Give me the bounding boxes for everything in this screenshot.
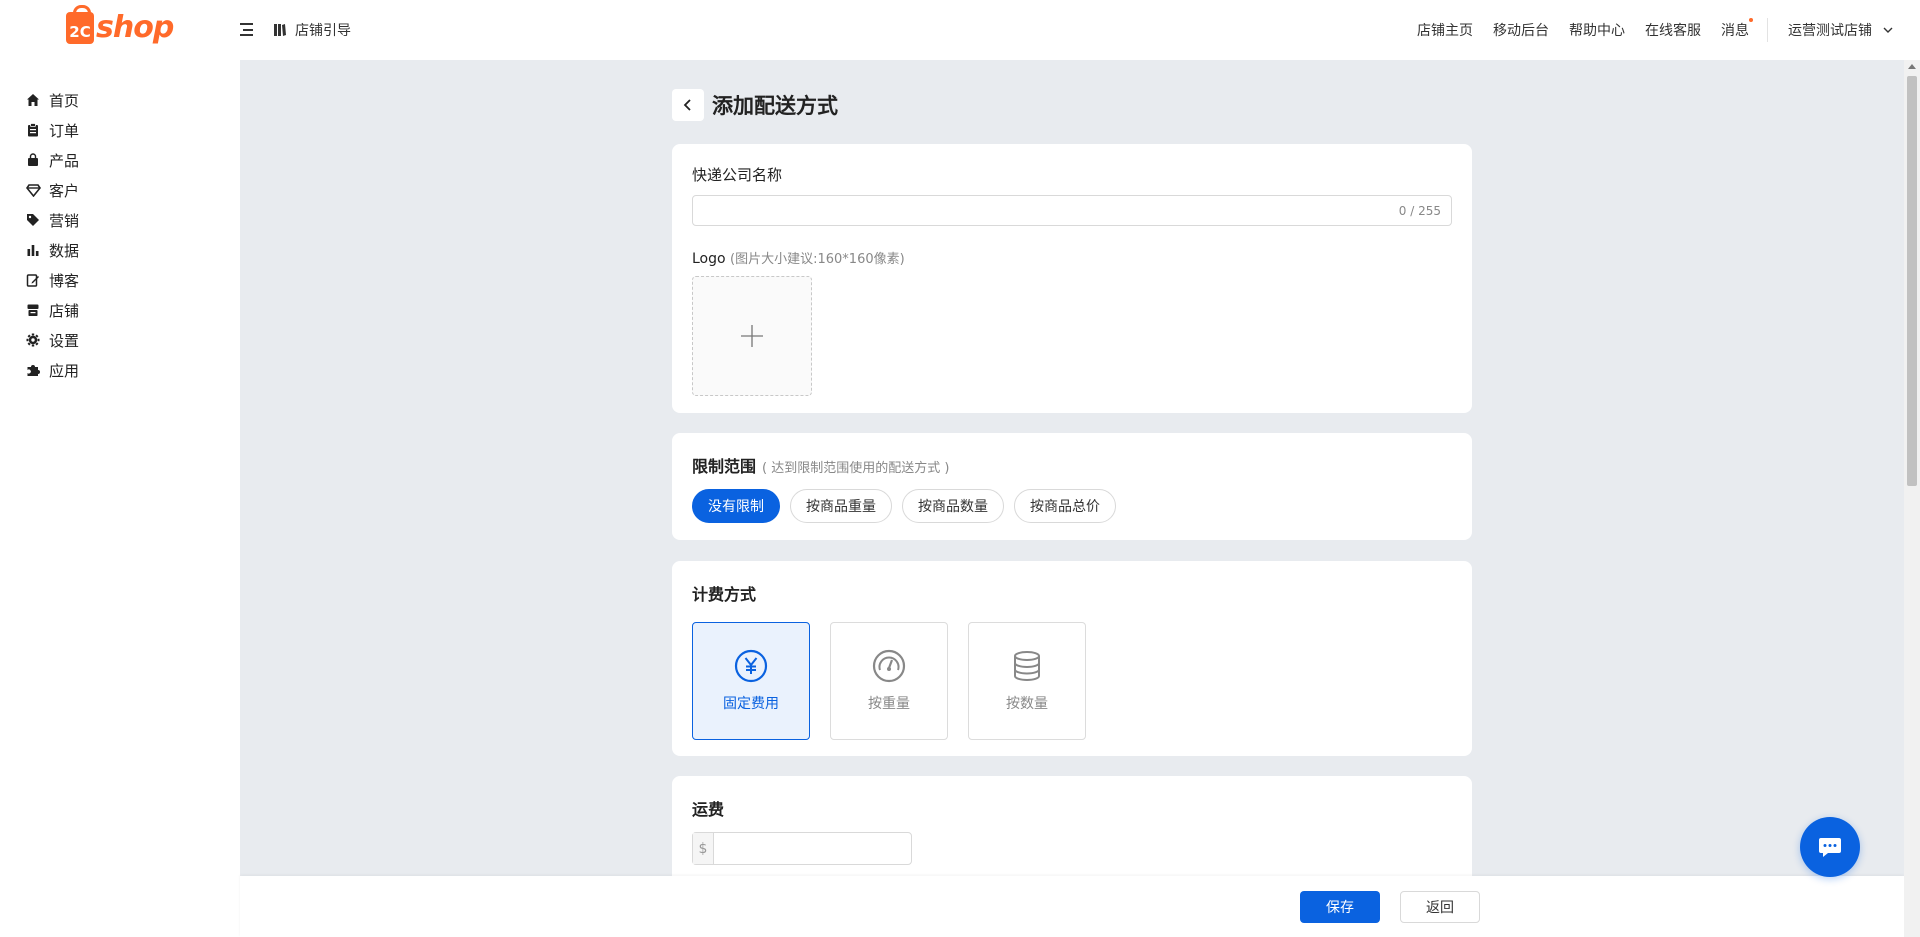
header-nav: 店铺主页 移动后台 帮助中心 在线客服 消息 运营测试店铺 bbox=[1397, 0, 1920, 60]
store-name: 运营测试店铺 bbox=[1788, 23, 1872, 39]
logo-bag-icon: 2C bbox=[66, 4, 94, 44]
sidebar-item-apps[interactable]: 应用 bbox=[0, 355, 240, 385]
clipboard-icon bbox=[25, 122, 41, 138]
sidebar-item-label: 客户 bbox=[49, 181, 80, 200]
scope-options: 没有限制 按商品重量 按商品数量 按商品总价 bbox=[692, 489, 1452, 523]
store-switcher[interactable]: 运营测试店铺 bbox=[1788, 20, 1894, 40]
scope-option-weight[interactable]: 按商品重量 bbox=[790, 489, 892, 523]
top-header: 2C shop 店铺引导 店铺主页 移动后台 帮助中心 在线客服 消息 运营测试… bbox=[0, 0, 1920, 60]
yen-icon bbox=[734, 649, 768, 683]
nav-messages[interactable]: 消息 bbox=[1721, 18, 1753, 40]
plus-icon bbox=[741, 325, 763, 347]
tag-icon bbox=[25, 212, 41, 228]
unread-dot bbox=[1749, 18, 1753, 22]
char-counter: 0 / 255 bbox=[1398, 204, 1441, 218]
logo-hint: (图片大小建议:160*160像素) bbox=[730, 252, 905, 267]
logo-upload[interactable] bbox=[692, 276, 812, 396]
billing-option-weight[interactable]: 按重量 bbox=[830, 622, 948, 740]
company-name-field: 0 / 255 bbox=[692, 195, 1452, 226]
sidebar-item-customers[interactable]: 客户 bbox=[0, 175, 240, 205]
sidebar-item-blog[interactable]: 博客 bbox=[0, 265, 240, 295]
chevron-left-icon bbox=[683, 99, 691, 111]
billing-option-label: 固定费用 bbox=[723, 696, 779, 712]
store-icon bbox=[25, 302, 41, 318]
logo[interactable]: 2C shop bbox=[66, 4, 174, 45]
menu-toggle-icon[interactable] bbox=[238, 21, 255, 38]
sidebar-item-home[interactable]: 首页 bbox=[0, 85, 240, 115]
chat-bubble-icon bbox=[1819, 838, 1841, 857]
page-scrollbar[interactable] bbox=[1904, 60, 1920, 937]
billing-title: 计费方式 bbox=[692, 585, 757, 604]
page-header: 添加配送方式 bbox=[672, 89, 838, 121]
sidebar-item-label: 首页 bbox=[49, 91, 80, 110]
company-card: 快递公司名称 0 / 255 Logo (图片大小建议:160*160像素) bbox=[672, 144, 1472, 413]
puzzle-icon bbox=[25, 362, 41, 378]
sidebar-item-label: 订单 bbox=[49, 121, 80, 140]
sidebar-item-orders[interactable]: 订单 bbox=[0, 115, 240, 145]
sidebar-item-data[interactable]: 数据 bbox=[0, 235, 240, 265]
gear-icon bbox=[25, 332, 41, 348]
sidebar-item-products[interactable]: 产品 bbox=[0, 145, 240, 175]
sidebar-item-settings[interactable]: 设置 bbox=[0, 325, 240, 355]
scope-subtitle: ( 达到限制范围使用的配送方式 ) bbox=[762, 461, 950, 476]
sidebar-item-label: 数据 bbox=[49, 241, 80, 260]
database-icon bbox=[1014, 651, 1040, 681]
edit-icon bbox=[25, 272, 41, 288]
scroll-up-arrow-icon[interactable] bbox=[1908, 64, 1916, 69]
scope-option-none[interactable]: 没有限制 bbox=[692, 489, 780, 523]
sidebar-item-label: 应用 bbox=[49, 361, 80, 380]
fee-title: 运费 bbox=[692, 800, 725, 819]
sidebar-item-label: 店铺 bbox=[49, 301, 80, 320]
page-title: 添加配送方式 bbox=[712, 94, 838, 118]
company-name-input[interactable] bbox=[693, 196, 1451, 225]
bar-chart-icon bbox=[25, 242, 41, 258]
billing-options: 固定费用 按重量 按数量 bbox=[692, 622, 1452, 740]
book-icon bbox=[274, 24, 286, 36]
sidebar-item-label: 博客 bbox=[49, 271, 80, 290]
sidebar-item-label: 设置 bbox=[49, 331, 80, 350]
scope-title: 限制范围 ( 达到限制范围使用的配送方式 ) bbox=[692, 453, 1452, 477]
nav-mobile-admin[interactable]: 移动后台 bbox=[1493, 20, 1549, 40]
diamond-icon bbox=[25, 182, 41, 198]
logo-text: shop bbox=[96, 10, 174, 45]
scope-card: 限制范围 ( 达到限制范围使用的配送方式 ) 没有限制 按商品重量 按商品数量 按… bbox=[672, 433, 1472, 540]
scope-title-text: 限制范围 bbox=[692, 457, 757, 476]
sidebar: 首页 订单 产品 客户 营销 数据 博客 店铺 设置 应用 bbox=[0, 60, 240, 937]
fee-field: $ bbox=[692, 832, 912, 865]
save-button[interactable]: 保存 bbox=[1300, 891, 1380, 923]
currency-prefix: $ bbox=[693, 833, 714, 864]
chat-button[interactable] bbox=[1800, 817, 1860, 877]
footer-bar: 保存 返回 bbox=[240, 876, 1904, 937]
nav-online-support[interactable]: 在线客服 bbox=[1645, 20, 1701, 40]
logo-label: Logo (图片大小建议:160*160像素) bbox=[692, 248, 1452, 267]
sidebar-item-label: 营销 bbox=[49, 211, 80, 230]
logo-prefix: 2C bbox=[69, 22, 91, 41]
chevron-down-icon bbox=[1883, 27, 1893, 33]
billing-card: 计费方式 固定费用 按重量 按数量 bbox=[672, 561, 1472, 756]
logo-label-text: Logo bbox=[692, 251, 726, 267]
nav-help-center[interactable]: 帮助中心 bbox=[1569, 20, 1625, 40]
gauge-icon bbox=[872, 649, 906, 683]
billing-option-quantity[interactable]: 按数量 bbox=[968, 622, 1086, 740]
company-name-label: 快递公司名称 bbox=[692, 166, 783, 184]
billing-option-fixed[interactable]: 固定费用 bbox=[692, 622, 810, 740]
sidebar-item-marketing[interactable]: 营销 bbox=[0, 205, 240, 235]
header-divider bbox=[1767, 18, 1768, 42]
fee-input[interactable] bbox=[714, 833, 911, 864]
store-guide-link[interactable]: 店铺引导 bbox=[273, 20, 351, 40]
billing-option-label: 按数量 bbox=[1006, 696, 1048, 712]
home-icon bbox=[25, 92, 41, 108]
bag-icon bbox=[25, 152, 41, 168]
return-button[interactable]: 返回 bbox=[1400, 891, 1480, 923]
back-button[interactable] bbox=[672, 89, 704, 121]
scope-option-total[interactable]: 按商品总价 bbox=[1014, 489, 1116, 523]
nav-messages-label: 消息 bbox=[1721, 23, 1749, 39]
scroll-thumb[interactable] bbox=[1907, 76, 1917, 486]
nav-store-home[interactable]: 店铺主页 bbox=[1417, 20, 1473, 40]
store-guide-label: 店铺引导 bbox=[295, 23, 351, 39]
sidebar-item-store[interactable]: 店铺 bbox=[0, 295, 240, 325]
sidebar-item-label: 产品 bbox=[49, 151, 80, 170]
scope-option-quantity[interactable]: 按商品数量 bbox=[902, 489, 1004, 523]
billing-option-label: 按重量 bbox=[868, 696, 910, 712]
